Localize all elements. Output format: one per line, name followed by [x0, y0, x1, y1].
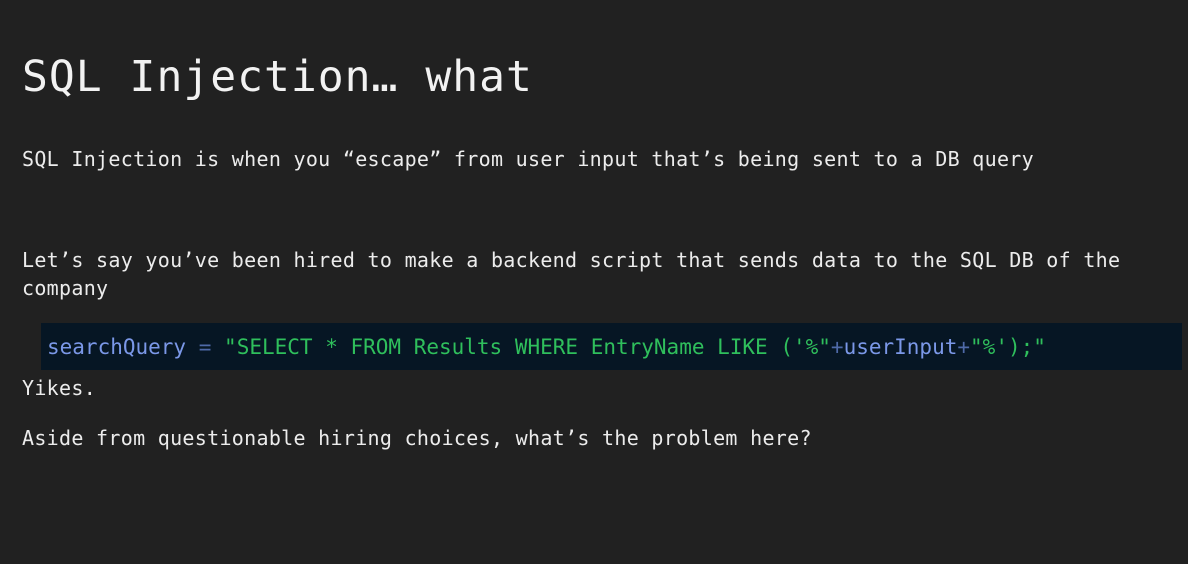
code-concat-operator: +: [830, 334, 844, 359]
slide: SQL Injection… what SQL Injection is whe…: [0, 0, 1188, 564]
code-variable: searchQuery: [47, 334, 187, 359]
code-string-literal: "%');": [970, 334, 1046, 359]
reaction-text: Yikes.: [22, 376, 97, 400]
slide-title: SQL Injection… what: [22, 52, 533, 102]
code-input-variable: userInput: [843, 334, 958, 359]
setup-paragraph: Let’s say you’ve been hired to make a ba…: [22, 248, 1133, 300]
code-concat-operator: +: [957, 334, 971, 359]
intro-paragraph: SQL Injection is when you “escape” from …: [22, 147, 1034, 171]
code-assign-operator: =: [198, 334, 212, 359]
question-text: Aside from questionable hiring choices, …: [22, 426, 812, 450]
code-string-literal: "SELECT * FROM Results WHERE EntryName L…: [224, 334, 831, 359]
code-snippet: searchQuery = "SELECT * FROM Results WHE…: [41, 323, 1182, 370]
